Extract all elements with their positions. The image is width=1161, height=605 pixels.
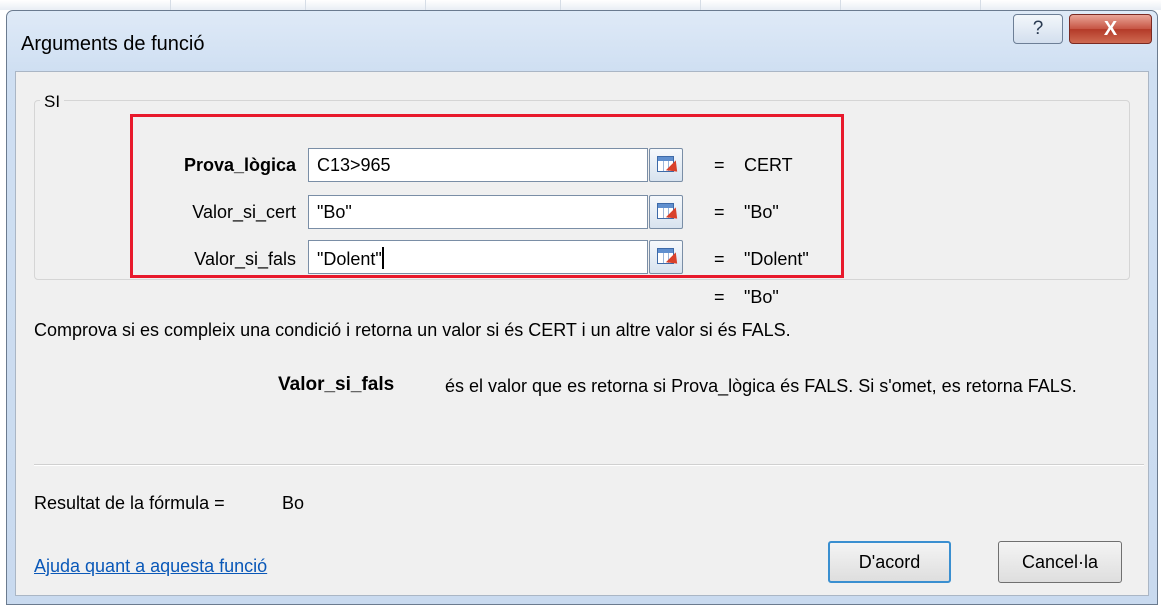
argument-help-name: Valor_si_fals <box>278 374 395 395</box>
formula-result-label: Resultat de la fórmula = <box>34 493 225 513</box>
function-name: SI <box>40 92 65 112</box>
separator <box>34 464 1144 466</box>
highlight-box <box>130 114 844 278</box>
argument-help-text: és el valor que es retorna si Prova_lògi… <box>445 376 1077 396</box>
formula-result-value: Bo <box>282 493 305 513</box>
overall-equals-sign: = <box>714 287 725 307</box>
ok-button[interactable]: D'acord <box>828 541 951 583</box>
cancel-button[interactable]: Cancel·la <box>998 541 1122 583</box>
dialog-body: SI Prova_lògica C13>965 = CERT Valor_si_… <box>15 71 1149 596</box>
overall-result: "Bo" <box>744 287 779 307</box>
title-bar: Arguments de funció ? X <box>7 11 1157 71</box>
close-button[interactable]: X <box>1069 14 1152 44</box>
help-button[interactable]: ? <box>1013 14 1063 44</box>
dialog-title: Arguments de funció <box>21 33 205 55</box>
function-help-link[interactable]: Ajuda quant a aquesta funció <box>34 556 267 577</box>
function-arguments-dialog: Arguments de funció ? X SI Prova_lògica … <box>6 10 1158 605</box>
background-spreadsheet-strip <box>0 0 1161 10</box>
function-description: Comprova si es compleix una condició i r… <box>34 320 791 340</box>
